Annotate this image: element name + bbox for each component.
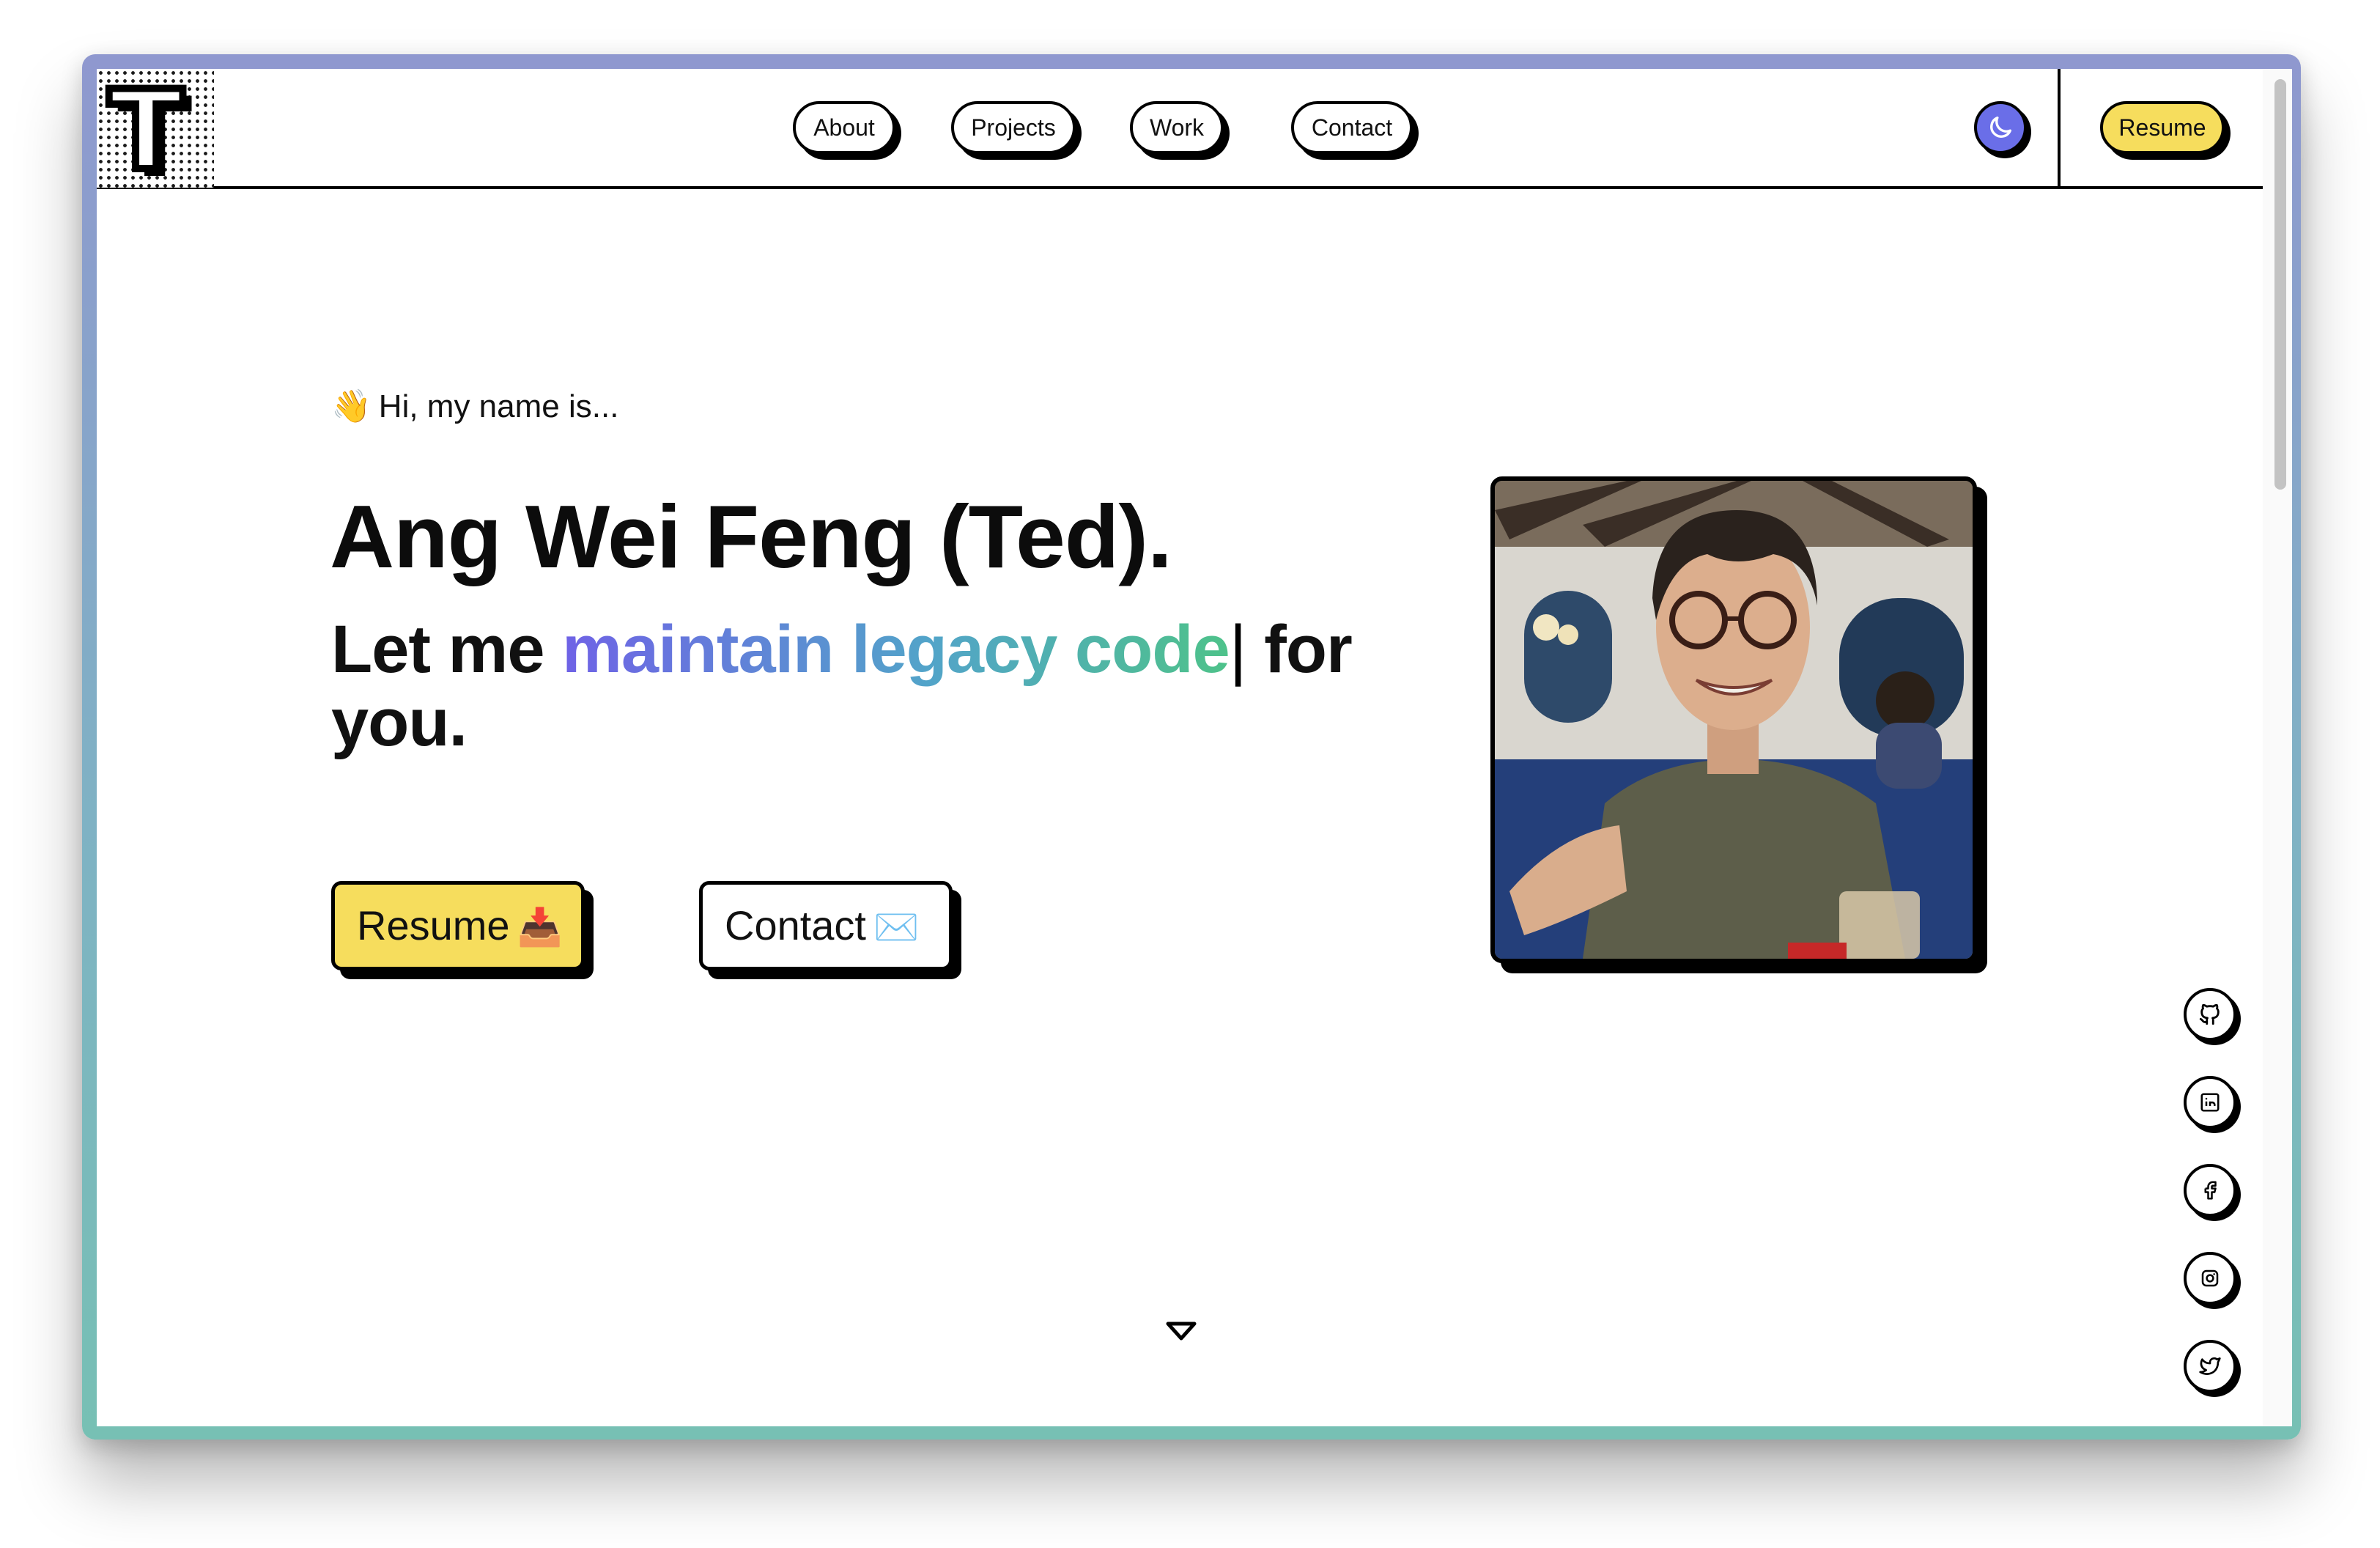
hero-contact-label: Contact	[725, 902, 866, 948]
nav-links: About Projects Work Contact	[97, 101, 2263, 160]
nav-projects-link[interactable]: Projects	[951, 101, 1076, 154]
envelope-icon: ✉️	[873, 907, 920, 948]
navbar: T About Projects Work Contact Resume	[97, 69, 2263, 190]
linkedin-link[interactable]	[2184, 1076, 2236, 1129]
moon-icon	[1990, 117, 2011, 138]
hero-resume-button[interactable]: Resume 📥	[331, 881, 585, 970]
greeting: 👋 Hi, my name is...	[331, 387, 618, 425]
browser-window: T About Projects Work Contact Resume 👋 Hi…	[82, 54, 2301, 1440]
hero-name: Ang Wei Feng (Ted).	[330, 487, 1172, 586]
twitter-link[interactable]	[2184, 1340, 2236, 1393]
github-link[interactable]	[2184, 988, 2236, 1041]
hero-resume-label: Resume	[357, 902, 510, 948]
nav-about-link[interactable]: About	[793, 101, 895, 154]
github-icon	[2199, 1003, 2220, 1025]
tagline-highlight: maintain legacy code	[562, 612, 1230, 687]
inbox-icon: 📥	[517, 907, 563, 948]
tagline-prefix: Let me	[331, 612, 563, 687]
scrollbar-thumb[interactable]	[2274, 79, 2286, 490]
hero-tagline: Let me maintain legacy code| for you.	[331, 613, 1430, 759]
page: T About Projects Work Contact Resume 👋 Hi…	[97, 69, 2292, 1426]
facebook-link[interactable]	[2184, 1164, 2236, 1217]
nav-divider	[2058, 69, 2061, 188]
wave-icon: 👋	[331, 388, 372, 424]
scroll-down-icon[interactable]	[1165, 1321, 1197, 1343]
instagram-icon	[2201, 1269, 2219, 1287]
nav-resume-button[interactable]: Resume	[2100, 101, 2225, 154]
nav-contact-link[interactable]: Contact	[1291, 101, 1413, 154]
typing-cursor: |	[1229, 612, 1247, 687]
nav-work-link[interactable]: Work	[1130, 101, 1224, 154]
instagram-link[interactable]	[2184, 1252, 2236, 1305]
linkedin-icon	[2200, 1093, 2220, 1112]
scrollbar[interactable]	[2263, 69, 2292, 1426]
twitter-icon	[2199, 1357, 2221, 1375]
profile-photo	[1490, 476, 1977, 963]
theme-toggle-button[interactable]	[1974, 101, 2027, 154]
greeting-text: Hi, my name is...	[378, 388, 619, 424]
facebook-icon	[2204, 1181, 2217, 1200]
profile-photo-illustration	[1495, 481, 1973, 959]
hero-contact-button[interactable]: Contact ✉️	[699, 881, 953, 970]
